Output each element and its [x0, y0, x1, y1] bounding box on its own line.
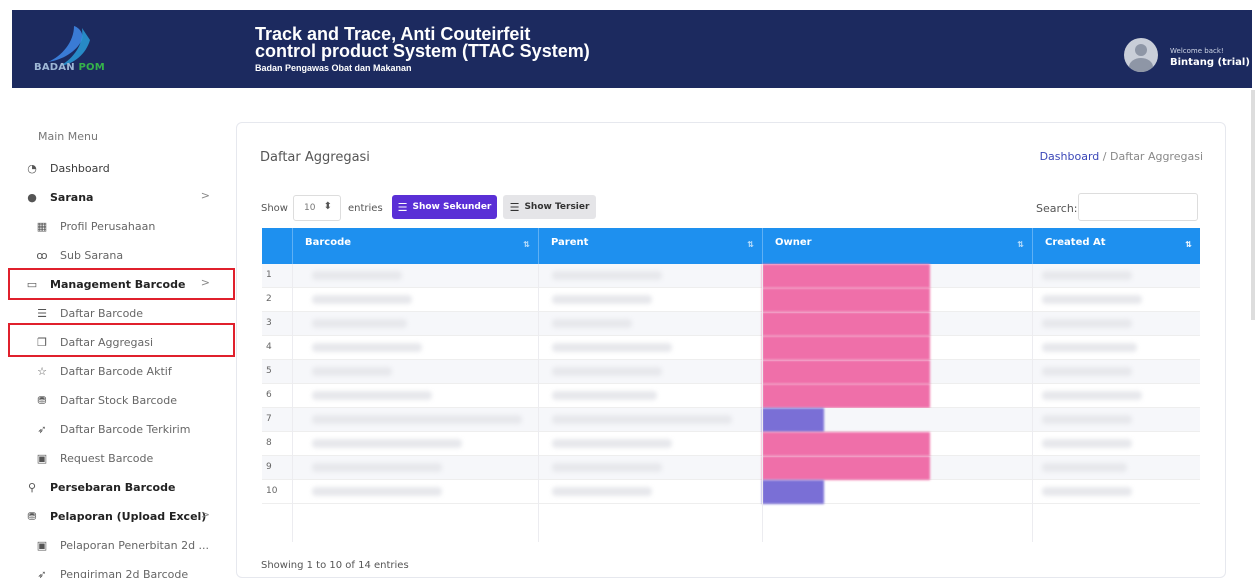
- table-row[interactable]: 8: [262, 432, 1200, 456]
- star-icon: ☆: [37, 364, 47, 378]
- send-icon: ➶: [37, 422, 47, 436]
- sidebar-item-profil-perusahaan[interactable]: ▦ Profil Perusahaan: [34, 214, 234, 238]
- sidebar-item-daftar-barcode-terkirim[interactable]: ➶ Daftar Barcode Terkirim: [34, 417, 234, 441]
- app-subtitle: Badan Pengawas Obat dan Makanan: [255, 63, 412, 73]
- list-icon: ☰: [509, 200, 520, 214]
- table-row[interactable]: 3: [262, 312, 1200, 336]
- monitor-icon: ▣: [36, 538, 48, 552]
- col-header-barcode[interactable]: Barcode ⇅: [292, 228, 538, 264]
- sort-icon: ⇅: [747, 240, 754, 249]
- search-label: Search:: [1036, 202, 1078, 215]
- table-row[interactable]: 9: [262, 456, 1200, 480]
- table-row[interactable]: 2: [262, 288, 1200, 312]
- column-divider: [1032, 264, 1033, 542]
- sidebar-item-request-barcode[interactable]: ▣ Request Barcode: [34, 446, 234, 470]
- sidebar-item-daftar-barcode-aktif[interactable]: ☆ Daftar Barcode Aktif: [34, 359, 234, 383]
- page-length-select[interactable]: 10 ⬍: [293, 195, 341, 221]
- highlight-management-barcode: [8, 268, 235, 300]
- box-icon: ⛃: [27, 509, 37, 523]
- table-header: Barcode ⇅ Parent ⇅ Owner ⇅ Created At ⇅: [262, 228, 1200, 264]
- column-divider: [292, 264, 293, 542]
- sort-icon: ⇅: [1017, 240, 1024, 249]
- page-title: Daftar Aggregasi: [260, 150, 370, 165]
- column-divider: [762, 264, 763, 542]
- sidebar-item-pengiriman-2d-barcode[interactable]: ➶ Pengiriman 2d Barcode: [34, 562, 234, 578]
- location-icon: ⚲: [27, 480, 37, 494]
- box-icon: ⛃: [37, 393, 47, 407]
- search-input[interactable]: [1078, 193, 1198, 221]
- username[interactable]: Bintang (trial): [1170, 57, 1250, 68]
- people-icon: ꝏ: [36, 248, 48, 262]
- chevron-right-icon: >: [200, 189, 210, 202]
- table-row[interactable]: 7: [262, 408, 1200, 432]
- avatar[interactable]: [1124, 38, 1158, 72]
- top-header: BADAN POM Track and Trace, Anti Couteirf…: [12, 10, 1252, 88]
- list-icon: ☰: [37, 306, 47, 320]
- sidebar-item-pelaporan-upload-excel[interactable]: ⛃ Pelaporan (Upload Excel) >: [24, 504, 224, 528]
- sidebar-item-daftar-stock-barcode[interactable]: ⛃ Daftar Stock Barcode: [34, 388, 234, 412]
- sidebar-item-daftar-barcode[interactable]: ☰ Daftar Barcode: [34, 301, 234, 325]
- bpom-logo-icon: [48, 26, 90, 66]
- column-divider: [538, 264, 539, 542]
- breadcrumb: Dashboard / Daftar Aggregasi: [1039, 150, 1203, 163]
- table-row[interactable]: 1: [262, 264, 1200, 288]
- sort-icon: ⇅: [523, 240, 530, 249]
- sidebar-item-dashboard[interactable]: ◔ Dashboard: [24, 156, 224, 180]
- breadcrumb-current: Daftar Aggregasi: [1109, 150, 1203, 163]
- sidebar-item-sub-sarana[interactable]: ꝏ Sub Sarana: [34, 243, 234, 267]
- entries-label: entries: [348, 203, 383, 214]
- show-label: Show: [261, 203, 288, 214]
- welcome-text: Welcome back!: [1170, 47, 1224, 55]
- sidebar-title: Main Menu: [38, 130, 98, 143]
- page: BADAN POM Track and Trace, Anti Couteirf…: [0, 0, 1255, 578]
- col-header-created-at[interactable]: Created At ⇅: [1032, 228, 1200, 264]
- col-header-parent[interactable]: Parent ⇅: [538, 228, 762, 264]
- list-icon: ☰: [397, 200, 408, 214]
- sidebar-item-pelaporan-penerbitan[interactable]: ▣ Pelaporan Penerbitan 2d ...: [34, 533, 234, 557]
- col-header-owner[interactable]: Owner ⇅: [762, 228, 1032, 264]
- highlight-daftar-aggregasi: [8, 323, 235, 357]
- sidebar-item-sarana[interactable]: ● Sarana >: [24, 185, 224, 209]
- page-scrollbar[interactable]: [1251, 90, 1255, 320]
- sort-icon: ⇅: [1185, 240, 1192, 249]
- table-row[interactable]: 4: [262, 336, 1200, 360]
- breadcrumb-dashboard-link[interactable]: Dashboard: [1040, 150, 1100, 163]
- sidebar-item-persebaran-barcode[interactable]: ⚲ Persebaran Barcode: [24, 475, 224, 499]
- app-title: Track and Trace, Anti Couteirfeit contro…: [255, 24, 590, 61]
- show-tersier-button[interactable]: ☰ Show Tersier: [503, 195, 596, 219]
- table-row[interactable]: 10: [262, 480, 1200, 504]
- gauge-icon: ◔: [27, 161, 37, 175]
- table-row[interactable]: 5: [262, 360, 1200, 384]
- table-info: Showing 1 to 10 of 14 entries: [261, 560, 409, 571]
- monitor-icon: ▣: [36, 451, 48, 465]
- table-row[interactable]: 6: [262, 384, 1200, 408]
- building-icon: ▦: [36, 219, 48, 233]
- user-group-icon: ●: [27, 190, 37, 204]
- select-caret-icon: ⬍: [323, 201, 332, 212]
- logo-text: BADAN POM: [34, 62, 105, 73]
- show-sekunder-button[interactable]: ☰ Show Sekunder: [392, 195, 497, 219]
- chevron-right-icon: >: [200, 508, 210, 521]
- send-icon: ➶: [37, 567, 47, 578]
